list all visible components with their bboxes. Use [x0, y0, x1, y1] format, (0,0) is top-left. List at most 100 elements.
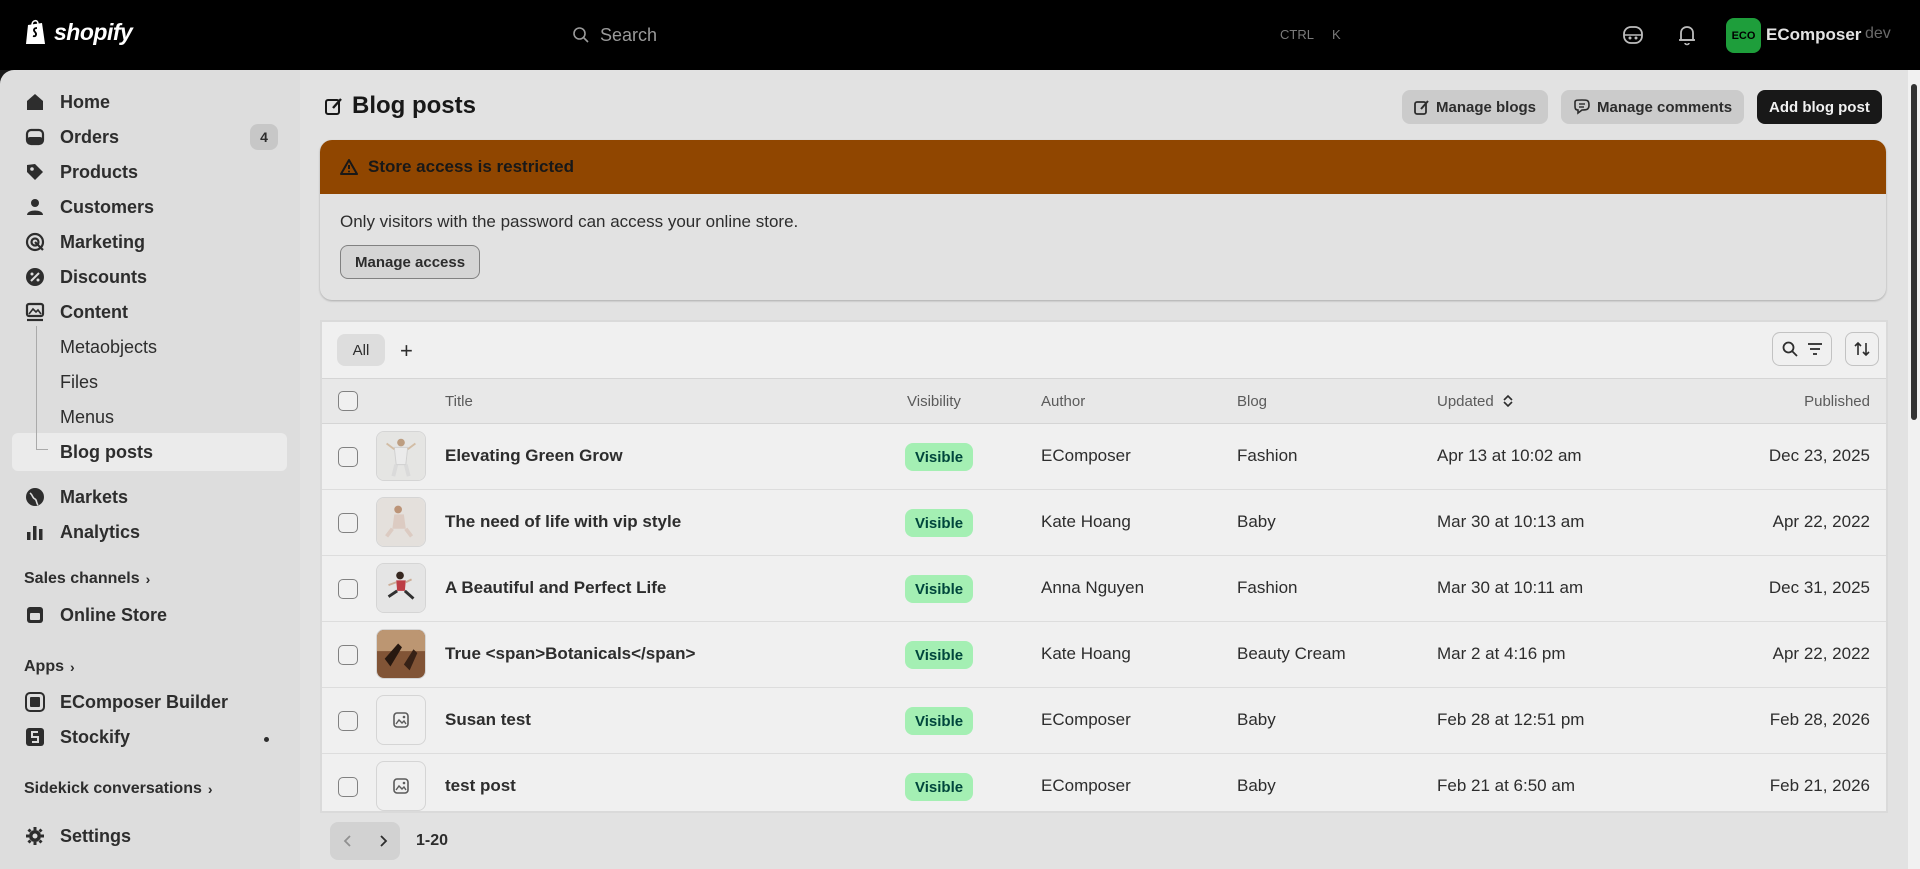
manage-blogs-button[interactable]: Manage blogs: [1402, 90, 1549, 124]
post-title[interactable]: True <span>Botanicals</span>: [445, 644, 695, 664]
pagination-label: 1-20: [416, 832, 449, 849]
sidebar-item-orders[interactable]: Orders: [24, 121, 286, 153]
column-blog[interactable]: Blog: [1237, 393, 1267, 410]
sort-arrows-icon: [1503, 394, 1513, 408]
sidebar-item-products[interactable]: Products: [24, 156, 286, 188]
visibility-badge: Visible: [905, 443, 974, 471]
sidebar-item-content[interactable]: Content: [24, 296, 286, 328]
column-visibility[interactable]: Visibility: [907, 393, 961, 410]
post-title[interactable]: Susan test: [445, 710, 531, 730]
sidebar-item-blog-posts[interactable]: Blog posts: [60, 436, 153, 468]
visibility-badge: Visible: [905, 575, 974, 603]
post-published: Feb 28, 2026: [1769, 710, 1870, 729]
post-thumbnail: [376, 431, 426, 481]
sidebar-item-customers[interactable]: Customers: [24, 191, 286, 223]
select-all-checkbox[interactable]: [338, 391, 358, 411]
post-published: Dec 23, 2025: [1768, 446, 1870, 465]
row-checkbox[interactable]: [338, 777, 358, 797]
sales-channels-label: Sales channels: [24, 570, 140, 587]
column-author[interactable]: Author: [1041, 393, 1085, 410]
table-row[interactable]: The need of life with vip style Visible …: [322, 490, 1886, 556]
post-thumbnail: [376, 761, 426, 811]
sidebar-item-label: Online Store: [60, 604, 168, 625]
tag-icon: [27, 164, 43, 180]
add-blog-post-button[interactable]: Add blog post: [1757, 90, 1882, 124]
shopify-logo[interactable]: shopify: [24, 18, 133, 46]
column-title[interactable]: Title: [445, 393, 473, 410]
table-row[interactable]: test post Visible EComposer Baby Feb 21 …: [322, 754, 1886, 811]
sidebar-item-stockify[interactable]: Stockify: [24, 721, 286, 753]
content-icon: [25, 302, 45, 322]
page-title: Blog posts: [324, 92, 476, 120]
search-filter-button[interactable]: [1772, 332, 1832, 366]
sidekick-conversations-heading[interactable]: Sidekick conversations ›: [24, 780, 213, 798]
sidebar-item-analytics[interactable]: Analytics: [24, 516, 286, 548]
manage-comments-button[interactable]: Manage comments: [1561, 90, 1745, 124]
column-updated[interactable]: Updated: [1437, 393, 1514, 410]
post-title[interactable]: test post: [445, 776, 516, 796]
store-name[interactable]: EComposer: [1766, 25, 1861, 45]
banner-title: Store access is restricted: [368, 157, 575, 176]
chevron-right-icon: ›: [70, 659, 75, 675]
post-title[interactable]: Elevating Green Grow: [445, 446, 623, 466]
row-checkbox[interactable]: [338, 513, 358, 533]
banner-message: Only visitors with the password can acce…: [340, 212, 799, 231]
manage-access-button[interactable]: Manage access: [340, 245, 481, 279]
post-title[interactable]: The need of life with vip style: [445, 512, 681, 532]
post-thumbnail-image: [377, 630, 425, 678]
sidebar-item-label: Markets: [60, 486, 129, 507]
sidebar-item-menus[interactable]: Menus: [60, 401, 114, 433]
assistant-icon[interactable]: [1620, 22, 1646, 48]
visibility-badge: Visible: [905, 509, 974, 537]
row-checkbox[interactable]: [338, 579, 358, 599]
sidebar-item-discounts[interactable]: Discounts: [24, 261, 286, 293]
add-view-button[interactable]: +: [400, 338, 413, 364]
row-checkbox[interactable]: [338, 447, 358, 467]
table-row[interactable]: Susan test Visible EComposer Baby Feb 28…: [322, 688, 1886, 754]
sidebar-item-label: Marketing: [60, 231, 146, 252]
tab-all[interactable]: All: [337, 334, 385, 366]
search-placeholder: Search: [600, 24, 658, 45]
scrollbar-thumb[interactable]: [1911, 84, 1917, 420]
image-placeholder-icon: [393, 712, 409, 728]
sidebar-item-metaobjects[interactable]: Metaobjects: [60, 331, 157, 363]
post-author: EComposer: [1041, 776, 1131, 795]
table-row[interactable]: A Beautiful and Perfect Life Visible Ann…: [322, 556, 1886, 622]
sidebar-item-label: Settings: [60, 825, 132, 846]
person-icon: [27, 199, 43, 215]
page-title-text: Blog posts: [352, 92, 476, 119]
post-title[interactable]: A Beautiful and Perfect Life: [445, 578, 666, 598]
shortcut-ctrl: CTRL: [1280, 27, 1314, 42]
sidebar-item-label: Stockify: [60, 726, 131, 747]
previous-page-button[interactable]: [330, 822, 365, 860]
bell-icon[interactable]: [1674, 22, 1700, 48]
post-blog: Fashion: [1237, 446, 1298, 465]
edit-icon: [325, 98, 342, 115]
sales-channels-heading[interactable]: Sales channels ›: [24, 570, 150, 588]
post-author: Kate Hoang: [1041, 644, 1131, 663]
column-published[interactable]: Published: [1804, 393, 1870, 410]
table-row[interactable]: Elevating Green Grow Visible EComposer F…: [322, 424, 1886, 490]
sidebar-item-home[interactable]: Home: [24, 86, 286, 118]
next-page-button[interactable]: [365, 822, 400, 860]
row-checkbox[interactable]: [338, 645, 358, 665]
table-row[interactable]: True <span>Botanicals</span> Visible Kat…: [322, 622, 1886, 688]
sidebar-item-label: Home: [60, 91, 111, 112]
apps-heading[interactable]: Apps ›: [24, 658, 75, 676]
search-bar[interactable]: Search CTRL K: [572, 19, 1346, 51]
sidebar-item-online-store[interactable]: Online Store: [24, 599, 286, 631]
manage-comments-label: Manage comments: [1597, 98, 1733, 116]
sidebar-item-ecomposer-builder[interactable]: EComposer Builder: [24, 686, 286, 718]
sidebar-item-files[interactable]: Files: [60, 366, 98, 398]
store-icon: [27, 607, 43, 623]
row-checkbox[interactable]: [338, 711, 358, 731]
store-avatar[interactable]: ECO: [1726, 18, 1761, 53]
sidebar-item-settings[interactable]: Settings: [24, 820, 286, 852]
visibility-badge: Visible: [905, 641, 974, 669]
globe-icon: [26, 488, 44, 506]
sort-button[interactable]: [1845, 332, 1879, 366]
post-author: EComposer: [1041, 446, 1131, 465]
sidebar-item-marketing[interactable]: Marketing: [24, 226, 286, 258]
sidebar-item-label: Products: [60, 161, 139, 182]
sidebar-item-markets[interactable]: Markets: [24, 481, 286, 513]
